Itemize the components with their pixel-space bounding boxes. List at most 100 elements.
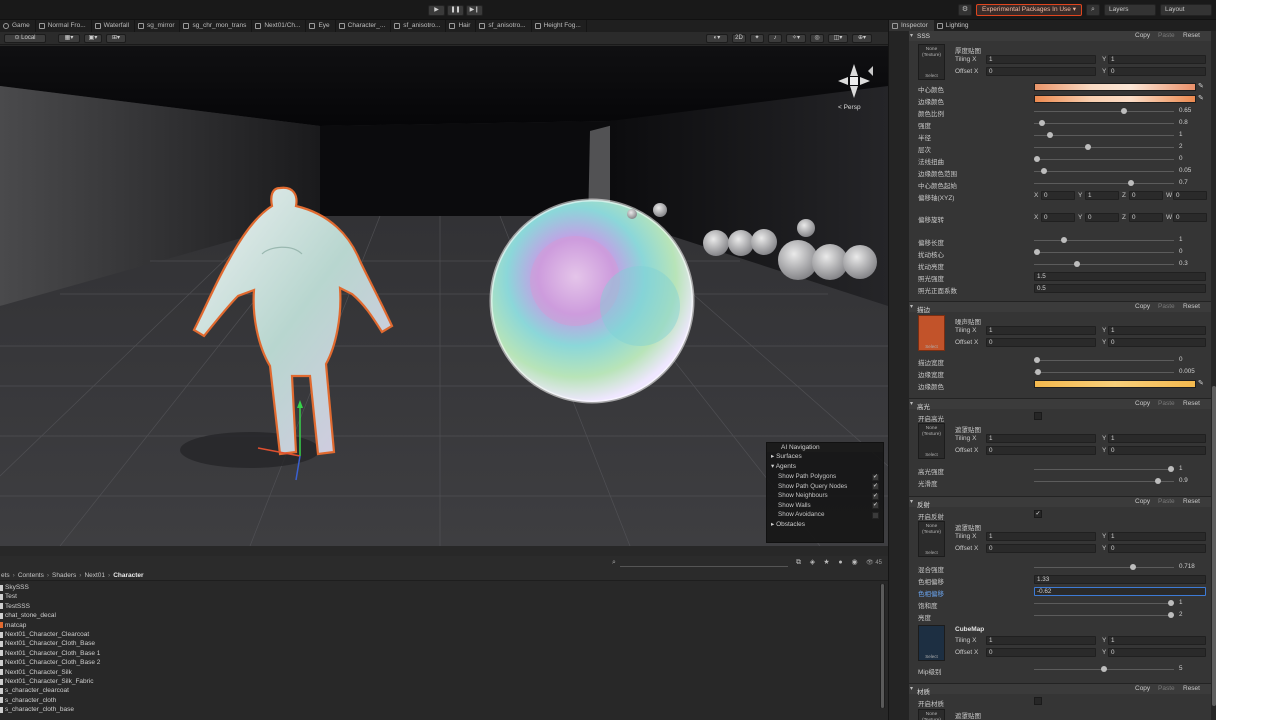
toggle-checkbox[interactable]: ✓ [1034, 510, 1042, 518]
color-swatch[interactable] [1034, 380, 1196, 388]
paste-button[interactable]: Paste [1158, 32, 1175, 39]
section-header-reflect[interactable]: ▾ 反射 Copy Paste Reset [909, 496, 1211, 509]
slider-value-field[interactable]: 0.9 [1177, 477, 1207, 486]
offset-row-y-field[interactable]: 0 [1108, 648, 1206, 657]
slider-value-field[interactable]: 0.65 [1177, 107, 1207, 116]
asset-list-item[interactable]: Next01_Character_Silk [0, 668, 880, 677]
offset-row-x-field[interactable]: 0 [986, 338, 1096, 347]
slider-value-field[interactable]: 0 [1177, 356, 1207, 365]
asset-list-item[interactable]: Next01_Character_Silk_Fabric [0, 677, 880, 686]
property-slider[interactable] [1034, 599, 1174, 608]
tab-inspector[interactable]: Inspector [889, 20, 934, 31]
scene-tab[interactable]: Game [0, 20, 36, 32]
toggle-checkbox[interactable] [1034, 412, 1042, 420]
scene-tab[interactable]: sf_anisotro... [391, 20, 447, 32]
property-slider[interactable] [1034, 477, 1174, 486]
scene-tab[interactable]: Character_... [336, 20, 392, 32]
texture-select-button[interactable]: Select [919, 344, 944, 350]
asset-list-item[interactable]: matcap [0, 621, 880, 630]
vector-component-field[interactable]: 0 [1041, 213, 1075, 222]
scene-tab[interactable]: Hair [446, 20, 477, 32]
property-slider[interactable] [1034, 131, 1174, 140]
nav-option-checkbox[interactable]: ✓ [872, 483, 879, 490]
breadcrumb-item[interactable]: Contents [18, 572, 44, 579]
nav-option-checkbox[interactable]: ✓ [872, 502, 879, 509]
favorite-star-icon[interactable]: ★ [822, 558, 831, 567]
pause-button[interactable]: ❚❚ [447, 5, 464, 16]
breadcrumb-item[interactable]: ets [1, 572, 10, 579]
property-slider[interactable] [1034, 368, 1174, 377]
settings-gear-icon[interactable]: ⚙ [958, 4, 973, 16]
scene-tab[interactable]: Waterfall [92, 20, 136, 32]
offset-row-x-field[interactable]: 0 [986, 544, 1096, 553]
property-slider[interactable] [1034, 179, 1174, 188]
filter-label-icon[interactable]: ◈ [808, 558, 817, 567]
offset-row-y-field[interactable]: 0 [1108, 338, 1206, 347]
offset-row-x-field[interactable]: 0 [986, 446, 1096, 455]
foldout-arrow-icon[interactable]: ▾ [910, 400, 913, 407]
eyedropper-icon[interactable]: ✎ [1198, 94, 1204, 102]
texture-slot[interactable]: Select [918, 315, 945, 351]
texture-slot[interactable]: None (Texture)Select [918, 521, 945, 557]
property-slider[interactable] [1034, 665, 1174, 674]
reset-button[interactable]: Reset [1183, 32, 1200, 39]
search-icon[interactable]: ⌕ [1086, 4, 1100, 16]
property-slider[interactable] [1034, 356, 1174, 365]
texture-slot[interactable]: Select [918, 625, 945, 661]
scene-tab[interactable]: sg_mirror [135, 20, 181, 32]
slider-value-field[interactable]: 2 [1177, 611, 1207, 620]
asset-list-item[interactable]: TestSSS [0, 602, 880, 611]
slider-value-field[interactable]: 1 [1177, 236, 1207, 245]
step-button[interactable]: ▶❙ [466, 5, 483, 16]
vector-component-field[interactable]: 1 [1085, 191, 1119, 200]
offset-row-x-field[interactable]: 0 [986, 648, 1096, 657]
reset-button[interactable]: Reset [1183, 685, 1200, 692]
vector-component-field[interactable]: 0 [1129, 213, 1163, 222]
tiling-row-y-field[interactable]: 1 [1108, 636, 1206, 645]
paste-button[interactable]: Paste [1158, 498, 1175, 505]
layout-dropdown[interactable]: Layout [1160, 4, 1212, 16]
lighting-toggle-icon[interactable]: ✦ [750, 34, 764, 43]
slider-value-field[interactable]: 0 [1177, 155, 1207, 164]
agents-foldout[interactable]: ▾ Agents [767, 462, 883, 472]
property-slider[interactable] [1034, 143, 1174, 152]
property-slider[interactable] [1034, 563, 1174, 572]
slider-value-field[interactable]: 0.05 [1177, 167, 1207, 176]
foldout-arrow-icon[interactable]: ▾ [910, 685, 913, 692]
asset-list-item[interactable]: Next01_Character_Cloth_Base [0, 639, 880, 648]
project-search-input[interactable] [620, 566, 788, 567]
asset-list-item[interactable]: s_character_cloth_base [0, 705, 880, 714]
inspector-scrollbar[interactable] [1211, 31, 1216, 720]
projection-label[interactable]: < Persp [838, 104, 861, 111]
slider-value-field[interactable]: 0.005 [1177, 368, 1207, 377]
asset-list-item[interactable]: Test [0, 592, 880, 601]
tiling-row-x-field[interactable]: 1 [986, 434, 1096, 443]
slider-value-field[interactable]: 2 [1177, 143, 1207, 152]
slider-value-field[interactable]: 0.718 [1177, 563, 1207, 572]
property-slider[interactable] [1034, 248, 1174, 257]
texture-select-button[interactable]: Select [919, 654, 944, 660]
snap-increment-button[interactable]: ▣▾ [84, 34, 102, 43]
grid-snap-button[interactable]: ▦▾ [58, 34, 80, 43]
section-header-gloss[interactable]: ▾ 高光 Copy Paste Reset [909, 398, 1211, 411]
breadcrumb-item[interactable]: Character [113, 572, 143, 579]
surfaces-foldout[interactable]: ▸ Surfaces [767, 452, 883, 462]
slider-value-field[interactable]: 1 [1177, 599, 1207, 608]
texture-slot[interactable]: None (Texture)Select [918, 423, 945, 459]
texture-slot[interactable]: None (Texture)Select [918, 709, 945, 720]
visibility-icon[interactable]: ● [836, 558, 845, 567]
vector-component-field[interactable]: 0 [1041, 191, 1075, 200]
tiling-row-x-field[interactable]: 1 [986, 532, 1096, 541]
eyedropper-icon[interactable]: ✎ [1198, 379, 1204, 387]
property-slider[interactable] [1034, 465, 1174, 474]
tiling-row-y-field[interactable]: 1 [1108, 55, 1206, 64]
float-field[interactable]: 1.33 [1034, 575, 1206, 584]
tiling-row-y-field[interactable]: 1 [1108, 532, 1206, 541]
breadcrumb-item[interactable]: Next01 [84, 572, 105, 579]
property-slider[interactable] [1034, 155, 1174, 164]
hidden-packages-icon[interactable]: ◉ [850, 558, 859, 567]
scene-tab[interactable]: sf_anisotro... [476, 20, 532, 32]
float-field[interactable]: 1.5 [1034, 272, 1206, 281]
copy-button[interactable]: Copy [1135, 498, 1150, 505]
asset-list-item[interactable]: Next01_Character_Cloth_Base 1 [0, 649, 880, 658]
